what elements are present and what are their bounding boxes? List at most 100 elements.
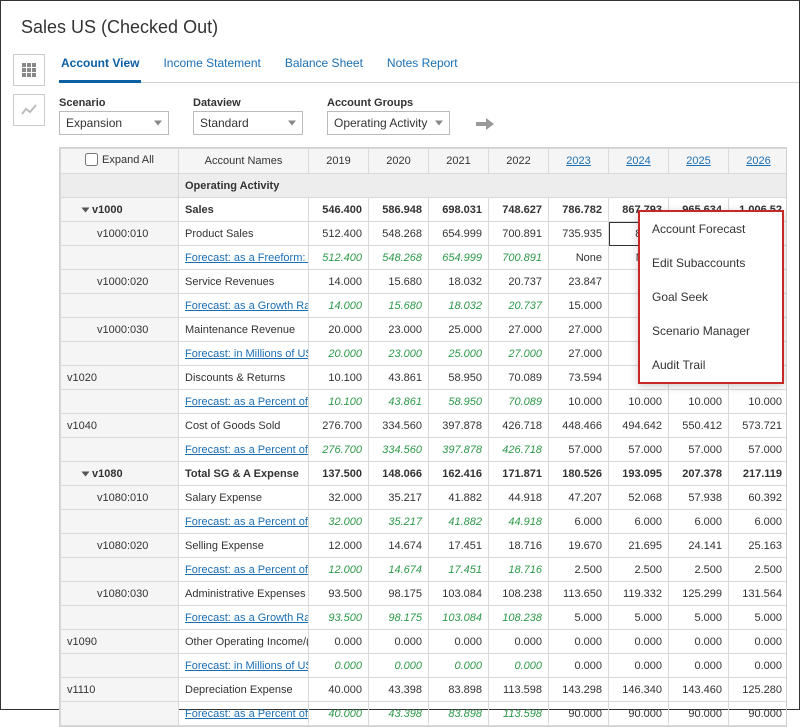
cell[interactable]: 0.000 [549, 630, 609, 654]
cell[interactable]: 700.891 [489, 246, 549, 270]
cell[interactable]: 47.207 [549, 486, 609, 510]
cell[interactable]: 18.032 [429, 270, 489, 294]
cell[interactable]: 6.000 [549, 510, 609, 534]
cell[interactable]: 60.392 [729, 486, 788, 510]
cell[interactable]: 0.000 [489, 654, 549, 678]
cell[interactable]: 70.089 [489, 390, 549, 414]
cell[interactable]: 113.598 [489, 678, 549, 702]
cell[interactable]: 10.000 [549, 390, 609, 414]
col-year[interactable]: 2026 [729, 149, 788, 174]
cell[interactable]: 57.000 [609, 438, 669, 462]
cell[interactable]: 15.000 [549, 294, 609, 318]
cell[interactable]: 0.000 [429, 654, 489, 678]
cell[interactable]: None [549, 246, 609, 270]
cell[interactable]: 276.700 [309, 414, 369, 438]
cell[interactable]: 44.918 [489, 486, 549, 510]
cell[interactable]: 43.861 [369, 390, 429, 414]
cell[interactable]: 57.000 [549, 438, 609, 462]
expand-all-header[interactable]: Expand All [61, 149, 179, 174]
forecast-link[interactable]: Forecast: as a Growth Rat [185, 300, 309, 312]
cell[interactable]: 550.412 [669, 414, 729, 438]
cell[interactable]: 0.000 [549, 654, 609, 678]
cell[interactable]: 15.680 [369, 294, 429, 318]
cell[interactable]: 0.000 [369, 654, 429, 678]
cell[interactable]: 18.716 [489, 534, 549, 558]
cell[interactable]: 276.700 [309, 438, 369, 462]
cell[interactable]: 27.000 [489, 342, 549, 366]
cell[interactable]: 143.460 [669, 678, 729, 702]
cell[interactable]: 548.268 [369, 246, 429, 270]
cell[interactable]: 426.718 [489, 414, 549, 438]
collapse-icon[interactable] [82, 207, 90, 212]
cell[interactable]: 44.918 [489, 510, 549, 534]
cell[interactable]: 35.217 [369, 486, 429, 510]
cell[interactable]: 103.084 [429, 582, 489, 606]
cell[interactable]: 17.451 [429, 534, 489, 558]
cell[interactable]: 23.000 [369, 342, 429, 366]
cell[interactable]: 10.000 [729, 390, 788, 414]
cell[interactable]: 2.500 [669, 558, 729, 582]
tab-balance-sheet[interactable]: Balance Sheet [283, 50, 365, 82]
cell[interactable]: 193.095 [609, 462, 669, 486]
cell[interactable]: 83.898 [429, 678, 489, 702]
cell[interactable]: 25.000 [429, 342, 489, 366]
cell[interactable]: 18.032 [429, 294, 489, 318]
cell[interactable]: 20.737 [489, 270, 549, 294]
cell[interactable]: 2.500 [609, 558, 669, 582]
cell[interactable]: 43.861 [369, 366, 429, 390]
forecast-link[interactable]: Forecast: as a Percent of S [185, 564, 309, 576]
cell[interactable]: 20.000 [309, 318, 369, 342]
cell[interactable]: 573.721 [729, 414, 788, 438]
cell[interactable]: 10.100 [309, 390, 369, 414]
ctx-audit-trail[interactable]: Audit Trail [640, 348, 782, 382]
cell[interactable]: 5.000 [609, 606, 669, 630]
ctx-account-forecast[interactable]: Account Forecast [640, 212, 782, 246]
cell[interactable]: 103.084 [429, 606, 489, 630]
cell[interactable]: 57.938 [669, 486, 729, 510]
cell[interactable]: 171.871 [489, 462, 549, 486]
cell[interactable]: 40.000 [309, 678, 369, 702]
cell[interactable]: 0.000 [669, 630, 729, 654]
cell[interactable]: 25.163 [729, 534, 788, 558]
cell[interactable]: 5.000 [729, 606, 788, 630]
cell[interactable]: 18.716 [489, 558, 549, 582]
forecast-link[interactable]: Forecast: as a Percent of S [185, 444, 309, 456]
forecast-link[interactable]: Forecast: in Millions of US [185, 348, 309, 360]
cell[interactable]: 0.000 [669, 654, 729, 678]
cell[interactable]: 10.100 [309, 366, 369, 390]
cell[interactable]: 180.526 [549, 462, 609, 486]
cell[interactable]: 700.891 [489, 222, 549, 246]
cell[interactable]: 20.737 [489, 294, 549, 318]
cell[interactable]: 10.000 [669, 390, 729, 414]
cell[interactable]: 113.650 [549, 582, 609, 606]
cell[interactable]: 0.000 [309, 654, 369, 678]
cell[interactable]: 58.950 [429, 390, 489, 414]
ctx-edit-subaccounts[interactable]: Edit Subaccounts [640, 246, 782, 280]
cell[interactable]: 5.000 [549, 606, 609, 630]
table-row[interactable]: v1080:020Selling Expense12.00014.67417.4… [61, 534, 788, 558]
cell[interactable]: 654.999 [429, 222, 489, 246]
cell[interactable]: 58.950 [429, 366, 489, 390]
cell[interactable]: 397.878 [429, 414, 489, 438]
cell[interactable]: 17.451 [429, 558, 489, 582]
cell[interactable]: 27.000 [549, 318, 609, 342]
forecast-link[interactable]: Forecast: as a Percent of F [185, 396, 309, 408]
cell[interactable]: 14.674 [369, 534, 429, 558]
cell[interactable]: 512.400 [309, 222, 369, 246]
cell[interactable]: 24.141 [669, 534, 729, 558]
cell[interactable]: 0.000 [609, 654, 669, 678]
cell[interactable]: 90.000 [609, 702, 669, 726]
cell[interactable]: 108.238 [489, 582, 549, 606]
cell[interactable]: 6.000 [609, 510, 669, 534]
forecast-link[interactable]: Forecast: as a Growth Rat [185, 612, 309, 624]
cell[interactable]: 334.560 [369, 414, 429, 438]
cell[interactable]: 98.175 [369, 606, 429, 630]
cell[interactable]: 32.000 [309, 486, 369, 510]
cell[interactable]: 70.089 [489, 366, 549, 390]
table-row[interactable]: v1080:030Administrative Expenses93.50098… [61, 582, 788, 606]
cell[interactable]: 6.000 [669, 510, 729, 534]
col-year[interactable]: 2023 [549, 149, 609, 174]
cell[interactable]: 108.238 [489, 606, 549, 630]
table-row[interactable]: Forecast: as a Percent of S12.00014.6741… [61, 558, 788, 582]
cell[interactable]: 43.398 [369, 678, 429, 702]
